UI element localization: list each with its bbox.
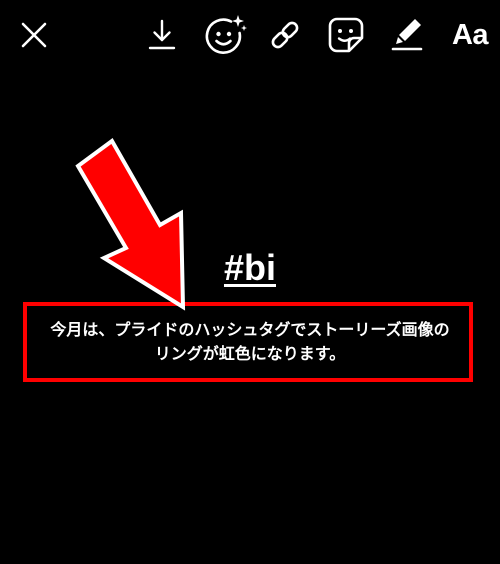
hashtag-sticker[interactable]: #bi xyxy=(0,246,500,290)
story-editor-toolbar: Aa xyxy=(0,0,500,70)
download-button[interactable] xyxy=(140,12,184,58)
sticker-button[interactable] xyxy=(322,12,370,58)
pen-icon xyxy=(391,19,423,51)
text-icon: Aa xyxy=(451,18,489,51)
download-icon xyxy=(148,19,176,50)
hashtag-text: #bi xyxy=(223,247,276,288)
face-effects-icon xyxy=(205,15,247,54)
draw-button[interactable] xyxy=(384,12,430,58)
close-button[interactable] xyxy=(14,12,54,58)
caption-text: 今月は、プライドのハッシュタグでストーリーズ画像のリングが虹色になります。 xyxy=(50,320,450,363)
close-icon xyxy=(21,22,47,48)
face-effects-button[interactable] xyxy=(200,12,250,58)
sticker-icon xyxy=(328,17,364,53)
text-button[interactable]: Aa xyxy=(442,12,498,58)
link-button[interactable] xyxy=(262,12,308,58)
link-icon xyxy=(271,21,299,49)
